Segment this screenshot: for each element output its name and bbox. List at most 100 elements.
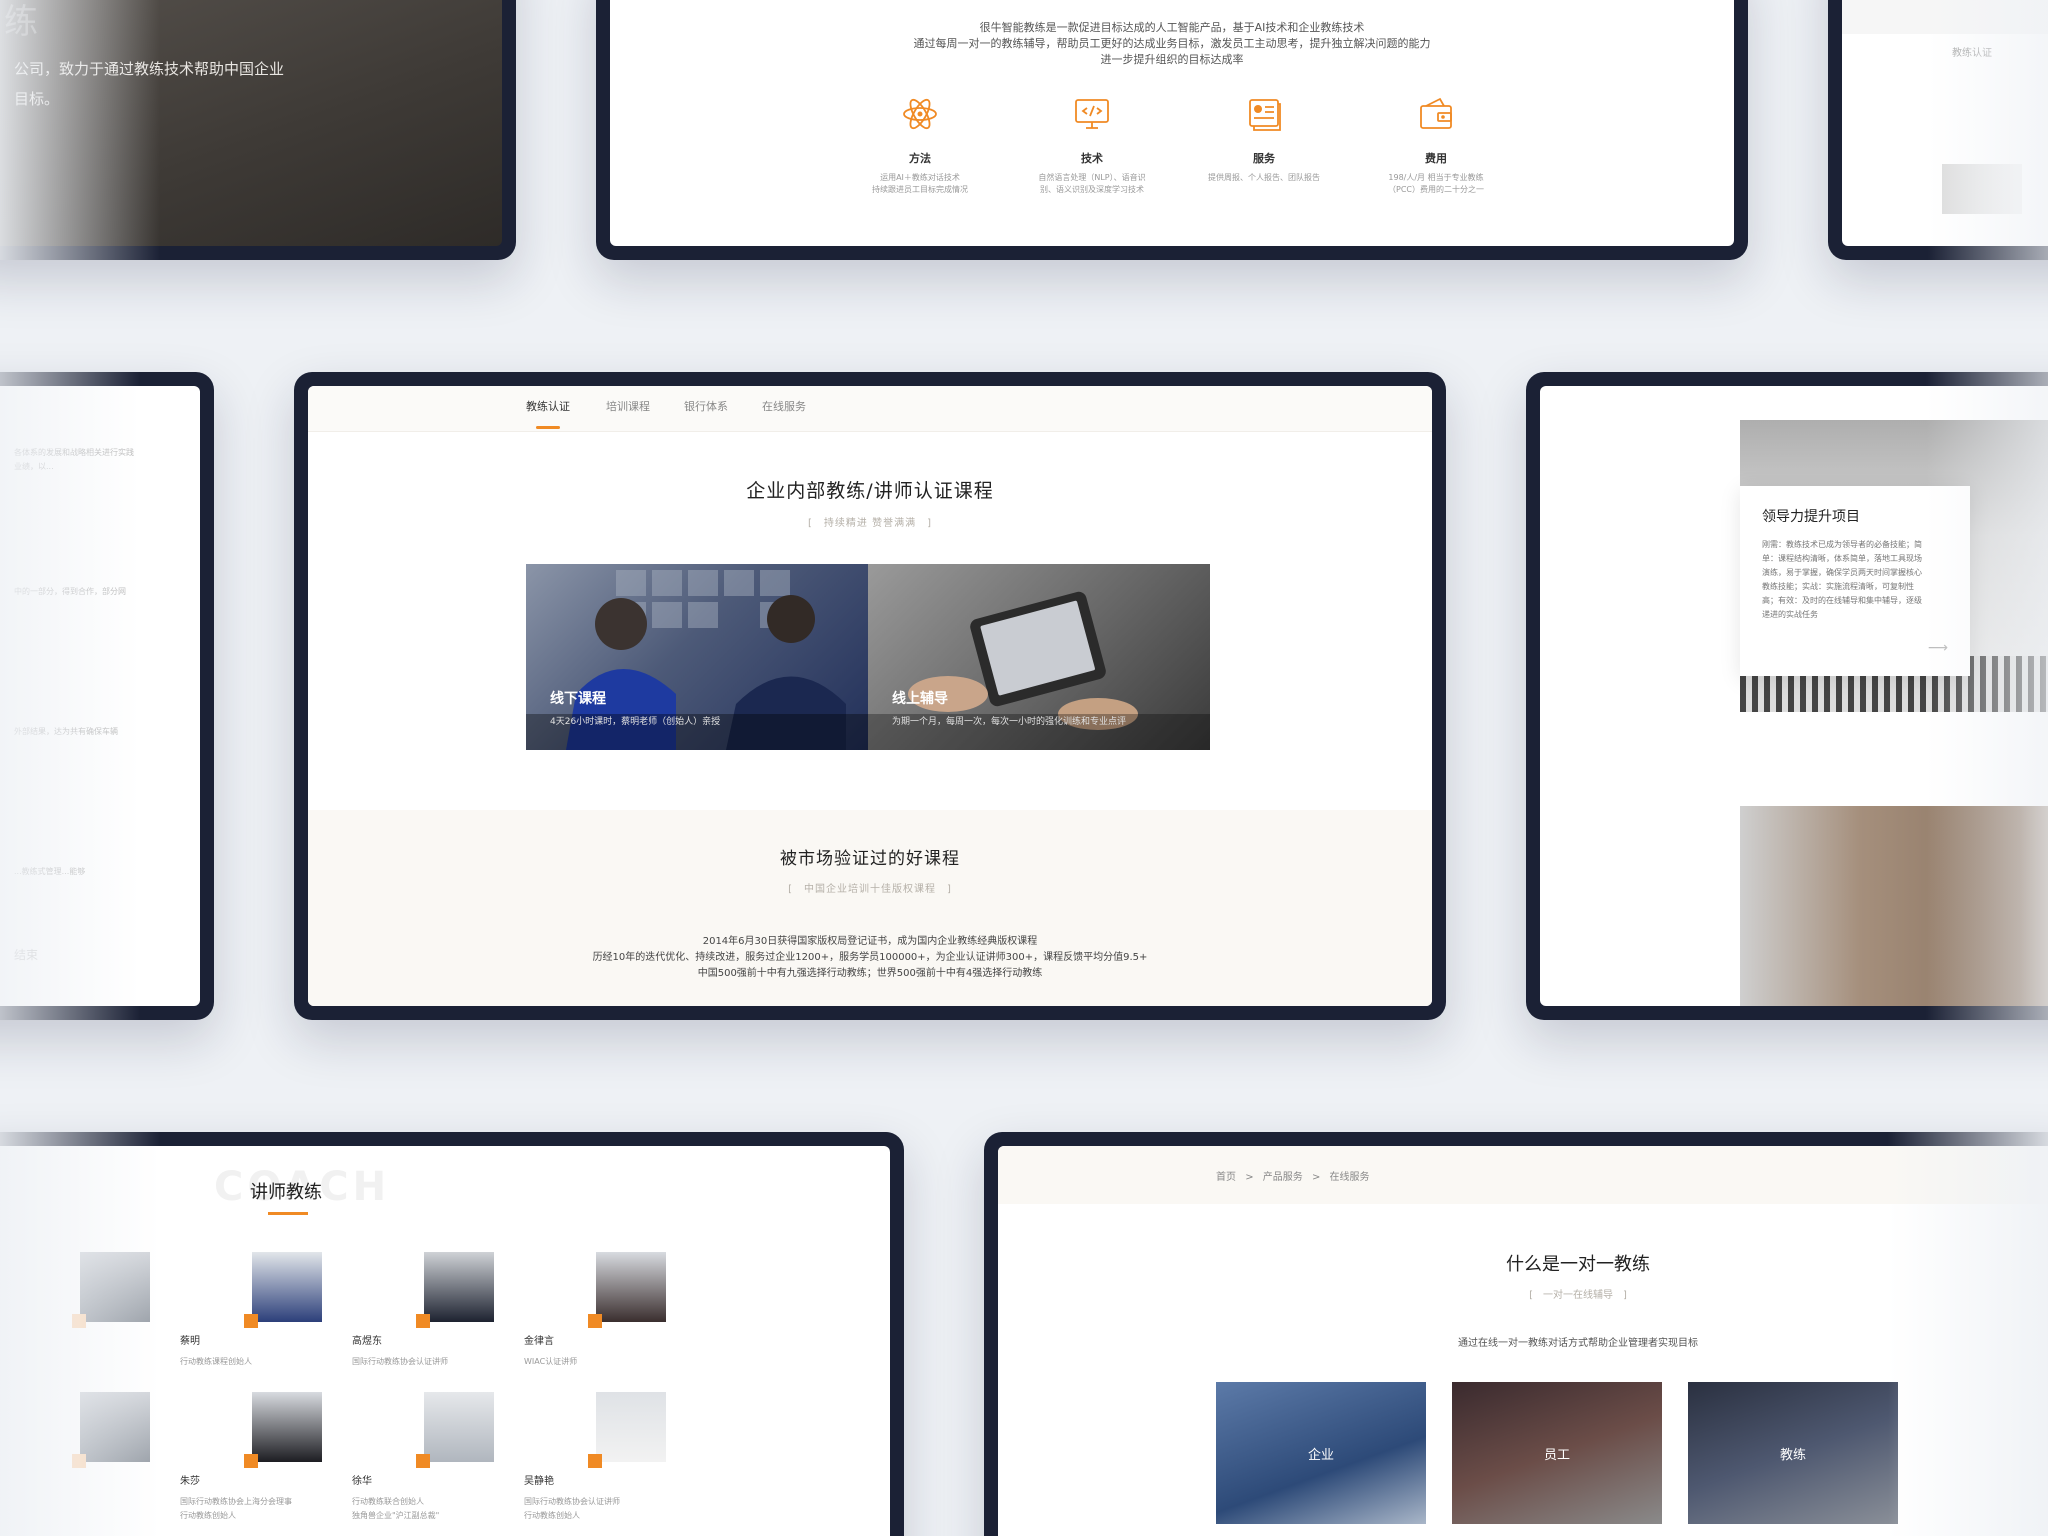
right-mid-frame: 领导力提升项目 刚需：教练技术已成为领导者的必备技能；简 单：课程结构清晰，体系… xyxy=(1526,372,2048,1020)
coach-photo xyxy=(416,1252,494,1328)
title-underline xyxy=(268,1212,308,1215)
intro-line: 很牛智能教练是一款促进目标达成的人工智能产品，基于AI技术和企业教练技术 xyxy=(979,21,1365,34)
tab-online-service[interactable]: 在线服务 xyxy=(762,398,806,414)
accent-square xyxy=(588,1314,602,1328)
section-title: 什么是一对一教练 xyxy=(1506,1254,1650,1275)
coach-role: WIAC认证讲师 xyxy=(524,1357,578,1366)
coaches-screen: COACH 讲师教练 蔡明 行动教练课程创始人 高煜东 国际行动教练协会认证讲师… xyxy=(0,1146,890,1536)
tab-bar xyxy=(1842,0,2048,34)
right-top-frame: 教练认证 xyxy=(1828,0,2048,260)
coach-role: 行动教练课程创始人 xyxy=(180,1357,252,1366)
tile-label: 企业 xyxy=(1307,1448,1334,1463)
coach-photo xyxy=(416,1392,494,1468)
hero-text-line2: 目标。 xyxy=(14,90,60,108)
tab-bar xyxy=(308,386,1432,432)
hero-text-line1: 公司，致力于通过教练技术帮助中国企业 xyxy=(14,60,285,78)
desc-line: 递进的实战任务 xyxy=(1762,610,1818,619)
tab-coach-cert[interactable]: 教练认证 xyxy=(526,398,570,414)
feature-cost: 费用 198/人/月 相当于专业教练 （PCC）费用的二十分之一 xyxy=(1366,94,1506,196)
left-snippet: 各体系的发展和战略相关进行实践 业绩，以... xyxy=(14,446,134,474)
arrow-right-icon[interactable]: ⟶ xyxy=(1928,640,1948,656)
project-title: 领导力提升项目 xyxy=(1762,509,1860,525)
desc-line: 高；有效：及时的在线辅导和集中辅导，逐级 xyxy=(1762,596,1922,605)
coach-photo xyxy=(244,1252,322,1328)
coach-card[interactable]: 徐华 行动教练联合创始人 独角兽企业"沪江副总裁" xyxy=(352,1392,522,1523)
course-title: 线上辅导 xyxy=(892,691,948,707)
coach-photo xyxy=(72,1252,150,1328)
section-subtitle: [ 一对一在线辅导 ] xyxy=(1529,1290,1627,1301)
role-line: 国际行动教练协会认证讲师 xyxy=(524,1497,620,1506)
coach-card[interactable]: 朱莎 国际行动教练协会上海分会理事 行动教练创始人 xyxy=(180,1392,350,1523)
feature-method: 方法 运用AI＋教练对话技术 持续跟进员工目标完成情况 xyxy=(850,94,990,196)
section-subtitle: [ 持续精进 赞誉满满 ] xyxy=(808,518,932,529)
snippet-text: 各体系的发展和战略相关进行实践 xyxy=(14,448,134,457)
main-frame: 教练认证 培训课程 银行体系 在线服务 企业内部教练/讲师认证课程 [ 持续精进… xyxy=(294,372,1446,1020)
intro-frame: 很牛智能教练是一款促进目标达成的人工智能产品，基于AI技术和企业教练技术 通过每… xyxy=(596,0,1748,260)
accent-square xyxy=(588,1454,602,1468)
wallet-icon xyxy=(1420,97,1452,129)
breadcrumb-current: 在线服务 xyxy=(1329,1172,1370,1183)
breadcrumb-bar xyxy=(998,1146,2048,1204)
tile-label: 员工 xyxy=(1543,1448,1570,1463)
section-title: 企业内部教练/讲师认证课程 xyxy=(746,480,994,502)
report-icon xyxy=(1249,99,1281,131)
coaches-frame: COACH 讲师教练 蔡明 行动教练课程创始人 高煜东 国际行动教练协会认证讲师… xyxy=(0,1132,904,1536)
coach-role: 行动教练联合创始人 独角兽企业"沪江副总裁" xyxy=(352,1495,522,1523)
role-line: 国际行动教练协会上海分会理事 xyxy=(180,1497,292,1506)
wood-photo xyxy=(1740,806,2048,1006)
breadcrumb-sep: > xyxy=(1311,1172,1321,1183)
coach-name: 徐华 xyxy=(352,1476,372,1487)
role-line: 行动教练创始人 xyxy=(180,1511,236,1520)
feature-desc: 持续跟进员工目标完成情况 xyxy=(872,185,968,194)
breadcrumb-home[interactable]: 首页 xyxy=(1216,1172,1236,1183)
tile-coach[interactable]: 教练 xyxy=(1688,1382,1898,1524)
tab-coach-cert[interactable]: 教练认证 xyxy=(1952,44,1992,59)
paragraph-line: 中国500强前十中有九强选择行动教练；世界500强前十中有4强选择行动教练 xyxy=(697,968,1043,979)
intro-line: 进一步提升组织的目标达成率 xyxy=(1100,53,1244,66)
course-desc: 4天26小时课时，蔡明老师（创始人）亲授 xyxy=(550,717,721,727)
feature-title: 费用 xyxy=(1425,152,1447,165)
course-card-online[interactable]: 线上辅导 为期一个月，每周一次，每次一小时的强化训练和专业点评 xyxy=(868,564,1210,750)
coach-name: 蔡明 xyxy=(180,1336,200,1347)
course-title: 线下课程 xyxy=(550,691,606,707)
coach-card[interactable]: 金律言 WIAC认证讲师 xyxy=(524,1252,694,1369)
project-desc: 刚需：教练技术已成为领导者的必备技能；简 单：课程结构清晰，体系简单，落地工具现… xyxy=(1762,538,1948,622)
feature-desc: 198/人/月 相当于专业教练 xyxy=(1388,173,1484,182)
tab-bank[interactable]: 银行体系 xyxy=(684,398,728,414)
coach-role: 国际行动教练协会认证讲师 行动教练创始人 xyxy=(524,1495,694,1523)
section-desc: 通过在线一对一教练对话方式帮助企业管理者实现目标 xyxy=(1458,1338,1698,1349)
feature-desc: 提供周报、个人报告、团队报告 xyxy=(1208,173,1320,182)
course-card-offline[interactable]: 线下课程 4天26小时课时，蔡明老师（创始人）亲授 xyxy=(526,564,868,750)
right-mid-screen: 领导力提升项目 刚需：教练技术已成为领导者的必备技能；简 单：课程结构清晰，体系… xyxy=(1540,386,2048,1006)
left-snippet: 外部结果，达为共有确保车辆 xyxy=(14,727,118,736)
project-card[interactable]: 领导力提升项目 刚需：教练技术已成为领导者的必备技能；简 单：课程结构清晰，体系… xyxy=(1740,486,1970,676)
main-screen: 教练认证 培训课程 银行体系 在线服务 企业内部教练/讲师认证课程 [ 持续精进… xyxy=(308,386,1432,1006)
tile-enterprise[interactable]: 企业 xyxy=(1216,1382,1426,1524)
tile-employee[interactable]: 员工 xyxy=(1452,1382,1662,1524)
coach-photo xyxy=(588,1252,666,1328)
feature-desc: （PCC）费用的二十分之一 xyxy=(1388,185,1484,194)
coach-card[interactable]: 高煜东 国际行动教练协会认证讲师 xyxy=(352,1252,522,1369)
hero-frame: 练 公司，致力于通过教练技术帮助中国企业 目标。 xyxy=(0,0,516,260)
feature-desc: 自然语言处理（NLP）、语音识 xyxy=(1038,173,1146,182)
intro-text: 很牛智能教练是一款促进目标达成的人工智能产品，基于AI技术和企业教练技术 通过每… xyxy=(610,20,1734,68)
role-line: 行动教练创始人 xyxy=(524,1511,580,1520)
intro-line: 通过每周一对一的教练辅导，帮助员工更好的达成业务目标，激发员工主动思考，提升独立… xyxy=(913,37,1431,50)
left-snippet: ...教练式管理...能够 xyxy=(14,867,86,876)
desc-line: 刚需：教练技术已成为领导者的必备技能；简 xyxy=(1762,540,1922,549)
coach-name: 吴静艳 xyxy=(524,1476,554,1487)
hero-screen: 练 公司，致力于通过教练技术帮助中国企业 目标。 xyxy=(0,0,502,246)
tab-training[interactable]: 培训课程 xyxy=(606,398,650,414)
coach-name: 朱莎 xyxy=(180,1476,200,1487)
coach-card[interactable]: 吴静艳 国际行动教练协会认证讲师 行动教练创始人 xyxy=(524,1392,694,1523)
coach-role: 国际行动教练协会上海分会理事 行动教练创始人 xyxy=(180,1495,350,1523)
left-mid-screen: 各体系的发展和战略相关进行实践 业绩，以... 中的一部分，得到合作，部分网 外… xyxy=(0,386,200,1006)
feature-desc: 运用AI＋教练对话技术 xyxy=(880,173,960,182)
accent-square xyxy=(244,1454,258,1468)
breadcrumb-products[interactable]: 产品服务 xyxy=(1263,1172,1303,1183)
accent-square xyxy=(416,1314,430,1328)
coach-card[interactable]: 蔡明 行动教练课程创始人 xyxy=(180,1252,350,1369)
intro-screen: 很牛智能教练是一款促进目标达成的人工智能产品，基于AI技术和企业教练技术 通过每… xyxy=(610,0,1734,246)
feature-desc: 别、语义识别及深度学习技术 xyxy=(1040,185,1144,194)
section-subtitle: [ 中国企业培训十佳版权课程 ] xyxy=(788,884,952,895)
